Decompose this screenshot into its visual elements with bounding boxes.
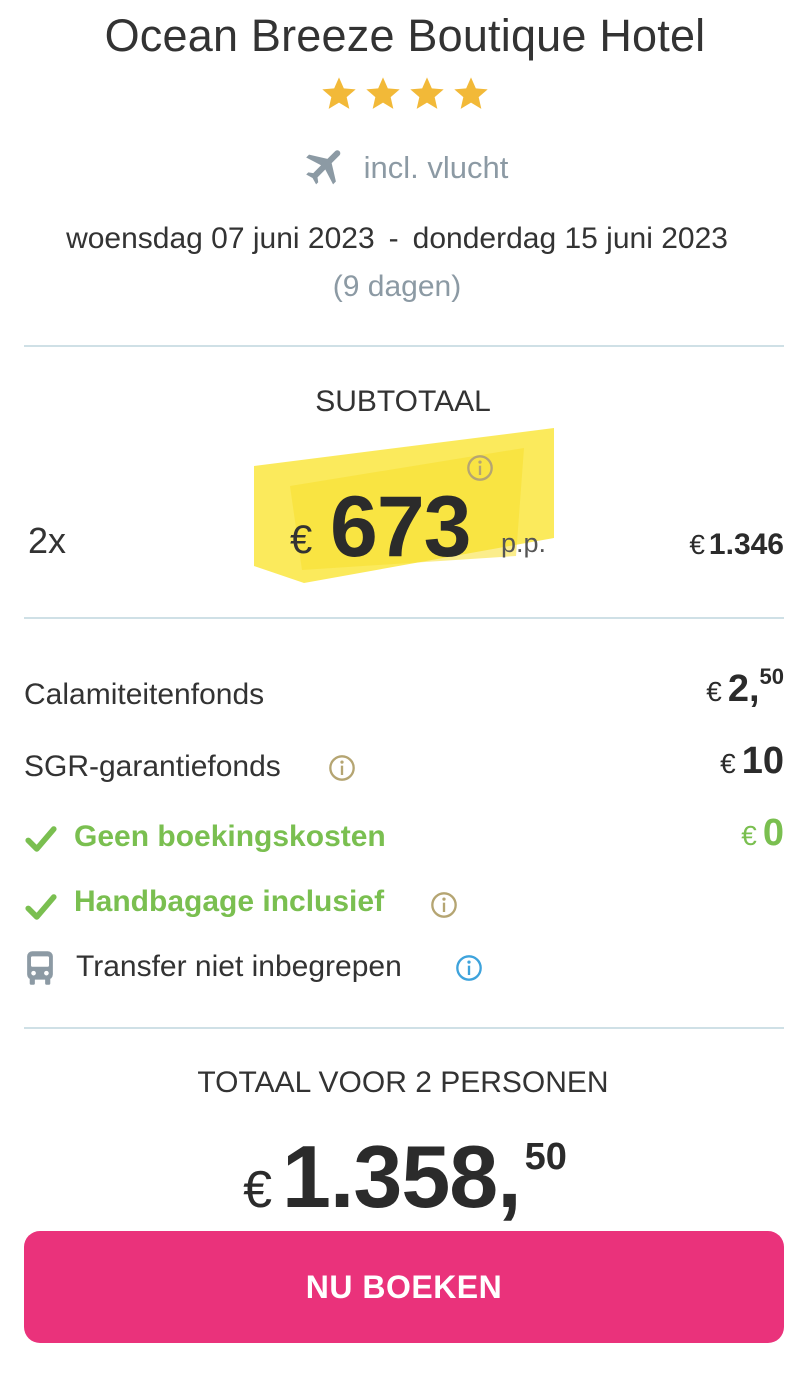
fee-cents: 50 [759,664,784,689]
person-count: 2x [28,520,67,561]
check-icon [25,826,57,852]
divider [24,617,784,619]
info-icon[interactable] [328,754,356,782]
book-now-button[interactable]: NU BOEKEN [24,1231,784,1343]
fee-label: Calamiteitenfonds [24,678,265,711]
price-currency: € [290,518,313,562]
total-value: 1.358, [281,1127,522,1226]
subtotal-amount: €1.346 [689,528,784,562]
fee-amount: €2,50 [706,664,784,711]
fee-currency: € [706,676,722,707]
start-date: woensdag 07 juni 2023 [66,222,375,255]
flight-label: incl. vlucht [363,150,509,186]
star-icon [366,77,400,109]
star-icon [454,77,488,109]
total-price: €1.358, 50 [0,1126,810,1228]
fee-amount: €10 [720,740,784,783]
total-label: TOTAAL VOOR 2 PERSONEN [197,1066,609,1099]
end-date: donderdag 15 juni 2023 [412,222,728,255]
divider [24,345,784,347]
fee-value: 10 [741,740,784,782]
date-separator: - [388,222,399,255]
feature-label: Handbagage inclusief [74,885,385,918]
duration: (9 dagen) [332,270,462,303]
fee-amount: €0 [741,812,784,855]
bus-icon [27,951,53,985]
info-icon[interactable] [455,954,483,982]
fee-currency: € [720,748,736,779]
info-icon[interactable] [430,891,458,919]
total-cents: 50 [524,1136,567,1178]
hotel-name: Ocean Breeze Boutique Hotel [104,10,706,61]
total-currency: € [243,1161,272,1219]
fee-value: 2, [727,668,760,710]
star-icon [322,77,356,109]
star-rating [0,74,810,119]
flight-included: incl. vlucht [0,146,810,194]
fee-currency: € [741,820,757,851]
subtotal-currency: € [689,529,705,560]
subtotal-label: SUBTOTAAL [315,385,491,418]
feature-label: Transfer niet inbegrepen [76,950,402,983]
fee-label: SGR-garantiefonds [24,750,281,783]
travel-dates: woensdag 07 juni 2023- donderdag 15 juni … [0,222,794,256]
fee-label: Geen boekingskosten [74,820,386,853]
price-per-person: 673 [330,479,471,575]
fee-value: 0 [762,812,784,854]
check-icon [25,894,57,920]
star-icon [410,77,444,109]
plane-icon [305,150,340,185]
divider [24,1027,784,1029]
per-person-label: p.p. [501,528,547,558]
subtotal-value: 1.346 [708,528,784,561]
